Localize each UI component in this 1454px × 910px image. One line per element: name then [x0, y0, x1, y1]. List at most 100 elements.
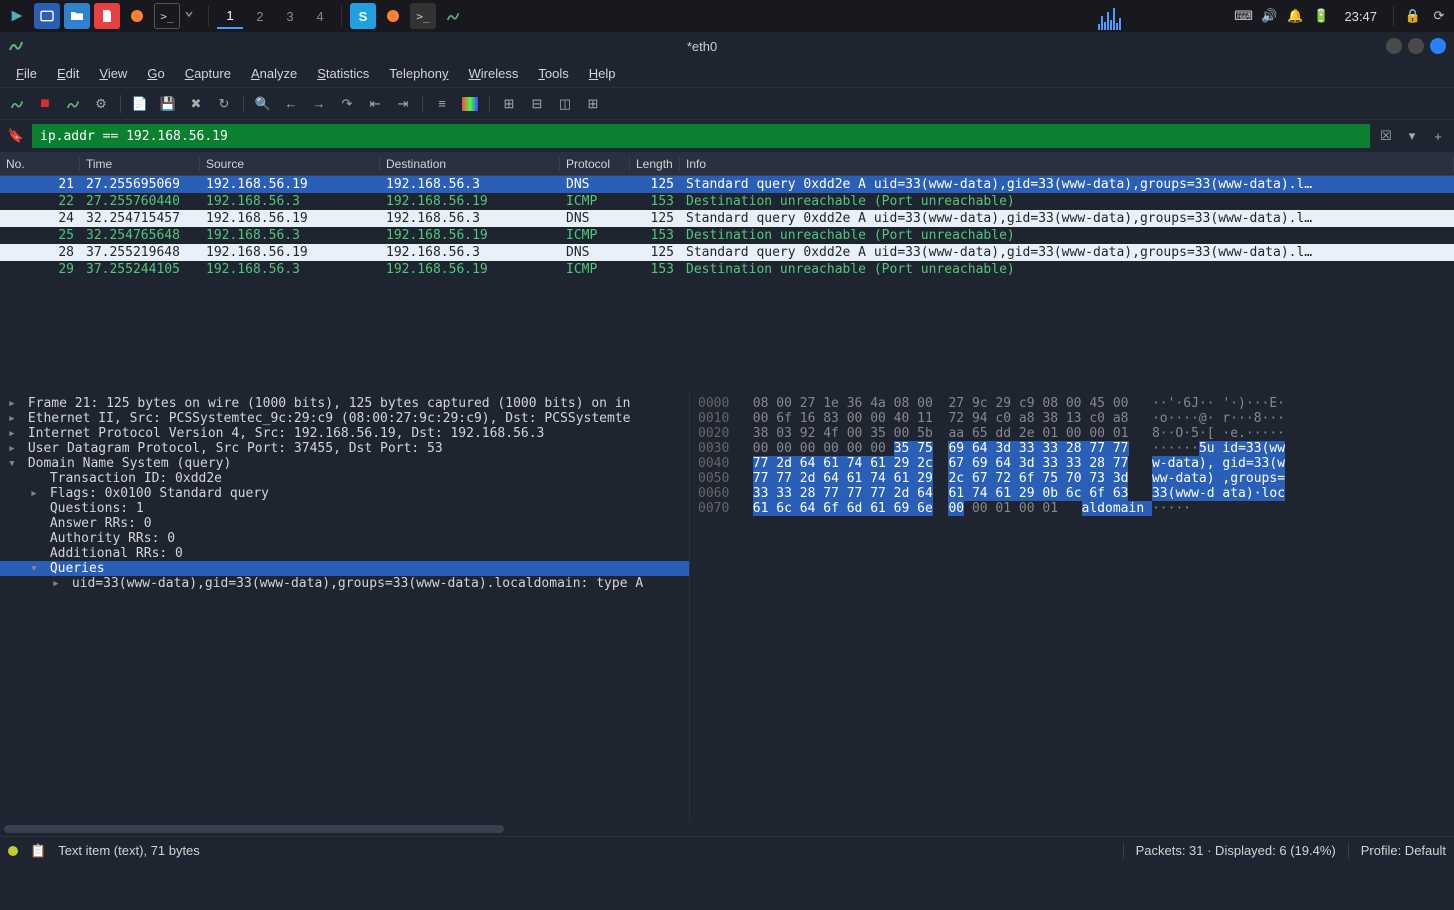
workspace-4[interactable]: 4 [307, 3, 333, 29]
filter-history-button[interactable]: ▾ [1402, 126, 1422, 146]
tree-node[interactable]: ▸ Internet Protocol Version 4, Src: 192.… [0, 426, 689, 441]
tree-node[interactable]: ▸ User Datagram Protocol, Src Port: 3745… [0, 441, 689, 456]
col-header-time[interactable]: Time [80, 157, 200, 171]
app-files-icon[interactable] [64, 3, 90, 29]
hex-row[interactable]: 0010 00 6f 16 83 00 00 40 11 72 94 c0 a8… [698, 411, 1446, 426]
col-header-no[interactable]: No. [0, 157, 80, 171]
tree-node[interactable]: Transaction ID: 0xdd2e [0, 471, 689, 486]
tree-node[interactable]: Answer RRs: 0 [0, 516, 689, 531]
go-back-button[interactable]: ← [280, 93, 302, 115]
app-doc-icon[interactable] [94, 3, 120, 29]
workspace-2[interactable]: 2 [247, 3, 273, 29]
app-terminal2-icon[interactable]: >_ [410, 3, 436, 29]
first-packet-button[interactable]: ⇤ [364, 93, 386, 115]
col-header-length[interactable]: Length [630, 157, 680, 171]
window-minimize-button[interactable] [1386, 38, 1402, 54]
app-terminal-icon[interactable] [34, 3, 60, 29]
tree-node[interactable]: ▸ Frame 21: 125 bytes on wire (1000 bits… [0, 396, 689, 411]
hex-row[interactable]: 0070 61 6c 64 6f 6d 61 69 6e 00 00 01 00… [698, 501, 1446, 516]
display-filter-input[interactable] [32, 124, 1370, 148]
menu-go[interactable]: Go [139, 62, 172, 85]
col-header-protocol[interactable]: Protocol [560, 157, 630, 171]
zoom-in-button[interactable]: ⊞ [498, 93, 520, 115]
last-packet-button[interactable]: ⇥ [392, 93, 414, 115]
tree-node[interactable]: ▸ uid=33(www-data),gid=33(www-data),grou… [0, 576, 689, 591]
app-term2-icon[interactable]: >_ [154, 3, 180, 29]
app-wireshark-icon[interactable] [440, 3, 466, 29]
chevron-down-icon[interactable] [184, 8, 200, 24]
zoom-out-button[interactable]: ⊟ [526, 93, 548, 115]
app-firefox-icon[interactable] [124, 3, 150, 29]
app-firefox2-icon[interactable] [380, 3, 406, 29]
packet-row[interactable]: 2532.254765648192.168.56.3192.168.56.19I… [0, 227, 1454, 244]
auto-scroll-button[interactable]: ≡ [431, 93, 453, 115]
menu-statistics[interactable]: Statistics [309, 62, 377, 85]
packet-row[interactable]: 2127.255695069192.168.56.19192.168.56.3D… [0, 176, 1454, 193]
hex-row[interactable]: 0050 77 77 2d 64 61 74 61 29 2c 67 72 6f… [698, 471, 1446, 486]
app-menu-icon[interactable] [4, 3, 30, 29]
workspace-3[interactable]: 3 [277, 3, 303, 29]
hex-row[interactable]: 0040 77 2d 64 61 74 61 29 2c 67 69 64 3d… [698, 456, 1446, 471]
tray-battery-icon[interactable]: 🔋 [1310, 5, 1332, 27]
start-capture-button[interactable] [6, 93, 28, 115]
clear-filter-button[interactable]: ☒ [1376, 126, 1396, 146]
menu-analyze[interactable]: Analyze [243, 62, 305, 85]
hex-row[interactable]: 0000 08 00 27 1e 36 4a 08 00 27 9c 29 c9… [698, 396, 1446, 411]
menu-file[interactable]: File [8, 62, 45, 85]
window-maximize-button[interactable] [1408, 38, 1424, 54]
open-file-button[interactable]: 📄 [129, 93, 151, 115]
packet-list-header[interactable]: No. Time Source Destination Protocol Len… [0, 152, 1454, 176]
hex-row[interactable]: 0020 38 03 92 4f 00 35 00 5b aa 65 dd 2e… [698, 426, 1446, 441]
packet-row[interactable]: 2432.254715457192.168.56.19192.168.56.3D… [0, 210, 1454, 227]
packet-row[interactable]: 2937.255244105192.168.56.3192.168.56.19I… [0, 261, 1454, 278]
packet-bytes-hex[interactable]: 0000 08 00 27 1e 36 4a 08 00 27 9c 29 c9… [690, 392, 1454, 822]
col-header-destination[interactable]: Destination [380, 157, 560, 171]
tree-node[interactable]: ▾ Queries [0, 561, 689, 576]
workspace-1[interactable]: 1 [217, 3, 243, 29]
hex-row[interactable]: 0060 33 33 28 77 77 77 2d 64 61 74 61 29… [698, 486, 1446, 501]
menu-capture[interactable]: Capture [177, 62, 239, 85]
add-filter-button[interactable]: + [1428, 126, 1448, 146]
go-to-packet-button[interactable]: ↷ [336, 93, 358, 115]
go-forward-button[interactable]: → [308, 93, 330, 115]
menu-view[interactable]: View [91, 62, 135, 85]
menu-help[interactable]: Help [581, 62, 624, 85]
packet-row[interactable]: 2837.255219648192.168.56.19192.168.56.3D… [0, 244, 1454, 261]
horizontal-scrollbar[interactable] [0, 822, 1454, 836]
menu-tools[interactable]: Tools [530, 62, 576, 85]
tree-node[interactable]: ▾ Domain Name System (query) [0, 456, 689, 471]
col-header-source[interactable]: Source [200, 157, 380, 171]
find-packet-button[interactable]: 🔍 [252, 93, 274, 115]
save-file-button[interactable]: 💾 [157, 93, 179, 115]
clock[interactable]: 23:47 [1336, 9, 1385, 24]
tray-volume-icon[interactable]: 🔊 [1258, 5, 1280, 27]
expert-info-indicator[interactable] [8, 846, 18, 856]
reload-button[interactable]: ↻ [213, 93, 235, 115]
hex-row[interactable]: 0030 00 00 00 00 00 00 35 75 69 64 3d 33… [698, 441, 1446, 456]
restart-capture-button[interactable] [62, 93, 84, 115]
tree-node[interactable]: Authority RRs: 0 [0, 531, 689, 546]
lock-icon[interactable]: 🔒 [1402, 5, 1424, 27]
zoom-reset-button[interactable]: ◫ [554, 93, 576, 115]
menu-telephony[interactable]: Telephony [381, 62, 456, 85]
tray-keyboard-icon[interactable]: ⌨ [1232, 5, 1254, 27]
menu-edit[interactable]: Edit [49, 62, 87, 85]
tree-node[interactable]: Questions: 1 [0, 501, 689, 516]
power-icon[interactable]: ⟳ [1428, 5, 1450, 27]
packet-list[interactable]: No. Time Source Destination Protocol Len… [0, 152, 1454, 392]
packet-row[interactable]: 2227.255760440192.168.56.3192.168.56.19I… [0, 193, 1454, 210]
tray-notifications-icon[interactable]: 🔔 [1284, 5, 1306, 27]
tree-node[interactable]: ▸ Flags: 0x0100 Standard query [0, 486, 689, 501]
window-close-button[interactable] [1430, 38, 1446, 54]
capture-options-button[interactable]: ⚙ [90, 93, 112, 115]
col-header-info[interactable]: Info [680, 157, 1454, 171]
packet-details-tree[interactable]: ▸ Frame 21: 125 bytes on wire (1000 bits… [0, 392, 690, 822]
app-burp-icon[interactable]: S [350, 3, 376, 29]
stop-capture-button[interactable]: ■ [34, 93, 56, 115]
status-profile[interactable]: Profile: Default [1361, 843, 1446, 858]
tree-node[interactable]: Additional RRs: 0 [0, 546, 689, 561]
colorize-button[interactable] [459, 93, 481, 115]
tree-node[interactable]: ▸ Ethernet II, Src: PCSSystemtec_9c:29:c… [0, 411, 689, 426]
capture-file-properties-icon[interactable]: 📋 [30, 843, 46, 859]
bookmark-filter-icon[interactable]: 🔖 [6, 126, 26, 146]
